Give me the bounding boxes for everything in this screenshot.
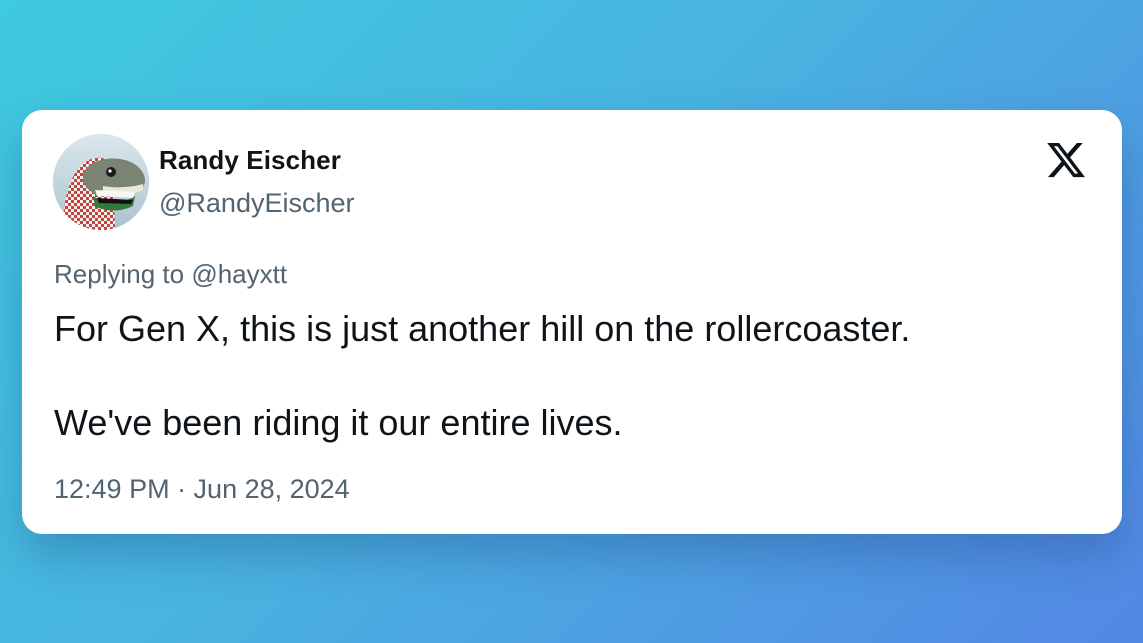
tweet-card: Randy Eischer @RandyEischer Replying to …: [22, 110, 1122, 534]
author-handle[interactable]: @RandyEischer: [159, 188, 355, 219]
tweet-text-line: We've been riding it our entire lives.: [54, 402, 623, 443]
replying-to-label: Replying to: [54, 259, 192, 289]
author-avatar[interactable]: [53, 134, 149, 230]
x-logo-icon[interactable]: [1044, 139, 1088, 181]
tweet-timestamp[interactable]: 12:49 PM · Jun 28, 2024: [54, 474, 350, 505]
author-name[interactable]: Randy Eischer: [159, 145, 341, 176]
reply-handle-link[interactable]: @hayxtt: [191, 259, 287, 289]
dinosaur-avatar-icon: [53, 134, 149, 230]
replying-to-line: Replying to @hayxtt: [54, 259, 287, 290]
tweet-text-line: For Gen X, this is just another hill on …: [54, 308, 911, 349]
